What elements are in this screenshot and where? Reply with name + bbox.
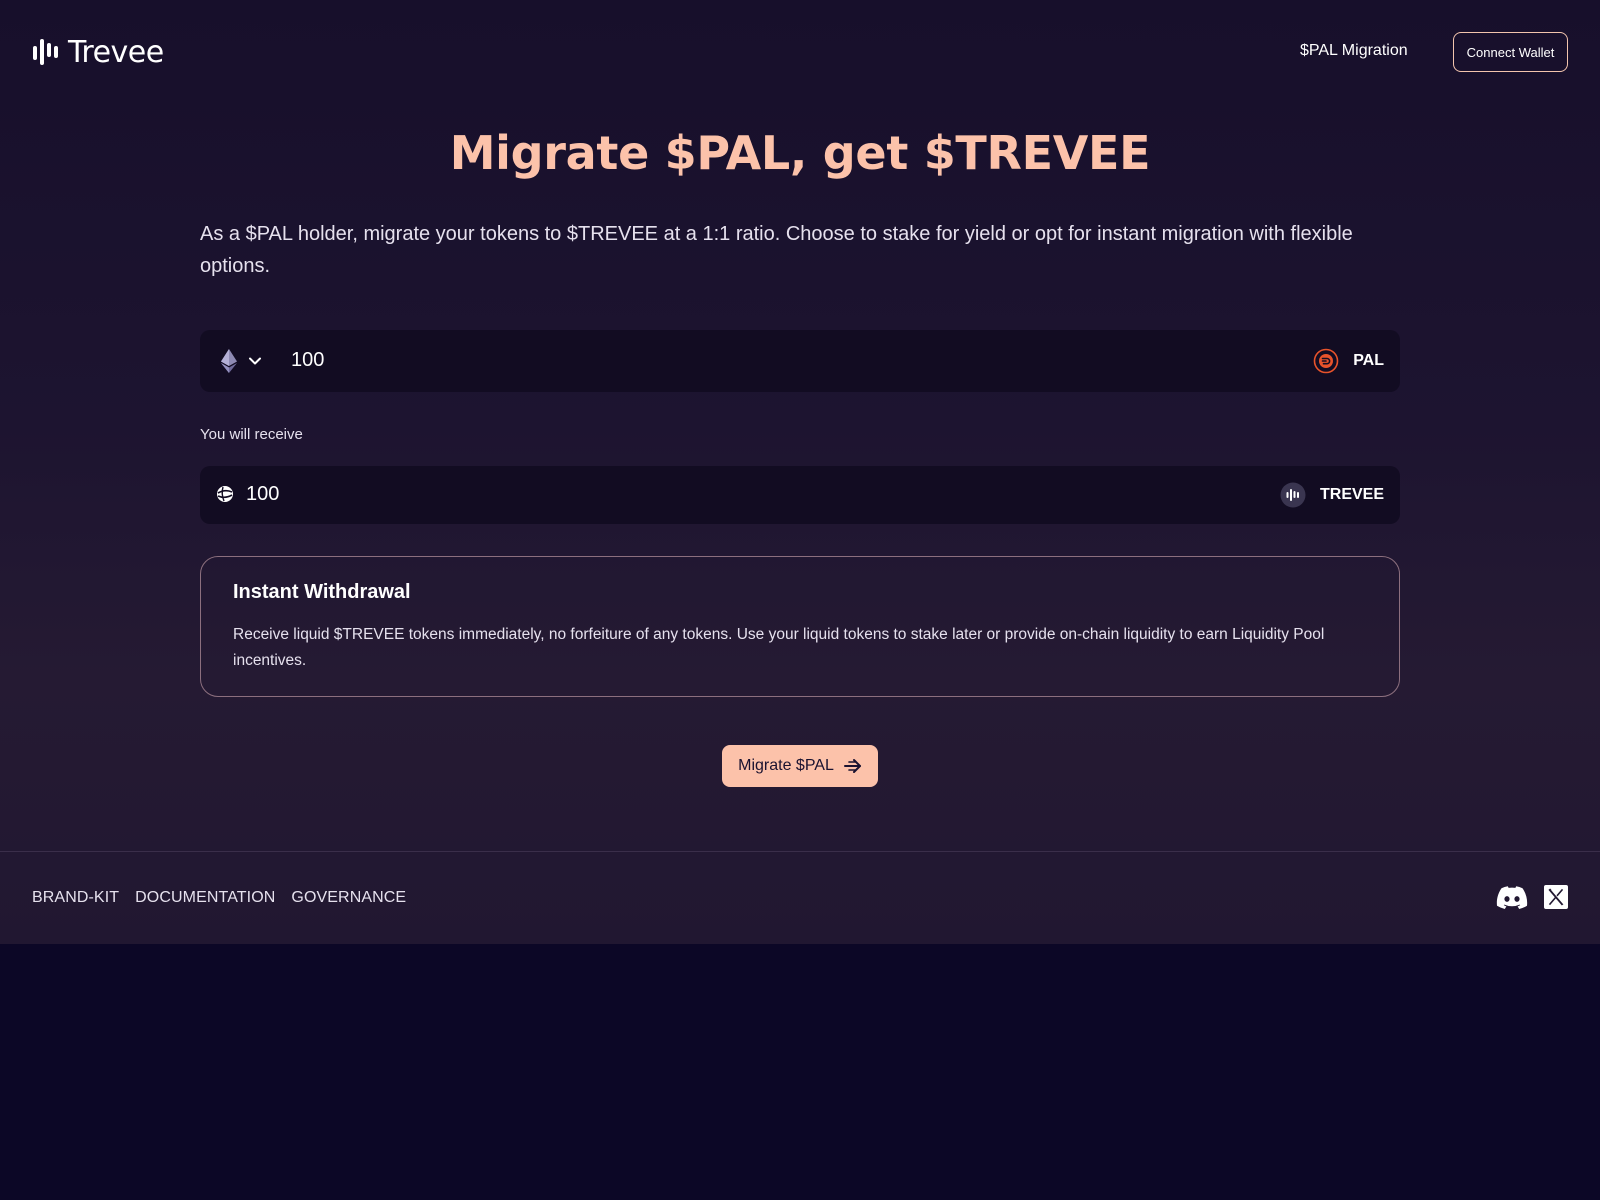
- receive-amount-value: 100: [246, 483, 280, 505]
- logo[interactable]: Trevee: [32, 34, 164, 70]
- trevee-logo-icon: [33, 39, 58, 65]
- arrow-right-icon: [843, 759, 861, 773]
- from-amount-field: 100 PAL: [200, 330, 1400, 392]
- footer-link-documentation[interactable]: DOCUMENTATION: [135, 889, 275, 907]
- receive-amount-field: 100 TREVEE: [200, 466, 1400, 524]
- footer-links: BRAND-KIT DOCUMENTATION GOVERNANCE: [32, 889, 406, 907]
- instant-withdrawal-option[interactable]: Instant Withdrawal Receive liquid $TREVE…: [200, 556, 1400, 697]
- app-container: Trevee $PAL Migration Connect Wallet Mig…: [0, 0, 1600, 944]
- footer: BRAND-KIT DOCUMENTATION GOVERNANCE: [0, 851, 1600, 944]
- from-token-symbol: PAL: [1353, 352, 1384, 369]
- receive-token: TREVEE: [1280, 482, 1384, 508]
- option-description: Receive liquid $TREVEE tokens immediatel…: [233, 626, 1325, 669]
- migrate-button[interactable]: Migrate $PAL: [722, 745, 878, 787]
- x-icon[interactable]: [1544, 885, 1568, 914]
- migrate-button-label: Migrate $PAL: [738, 757, 834, 774]
- ethereum-icon: [221, 349, 237, 373]
- header: Trevee $PAL Migration Connect Wallet: [0, 0, 1600, 104]
- pal-token-icon: [1313, 348, 1339, 374]
- logo-text: Trevee: [68, 34, 164, 70]
- chevron-down-icon: [249, 357, 261, 365]
- discord-icon[interactable]: [1496, 885, 1528, 914]
- option-title: Instant Withdrawal: [233, 581, 411, 603]
- nav-pal-migration[interactable]: $PAL Migration: [1300, 42, 1408, 60]
- from-amount-input[interactable]: 100: [291, 349, 324, 372]
- connect-wallet-button[interactable]: Connect Wallet: [1453, 32, 1568, 72]
- from-token: PAL: [1313, 348, 1384, 374]
- receive-token-symbol: TREVEE: [1319, 486, 1384, 503]
- page-subtitle: As a $PAL holder, migrate your tokens to…: [200, 223, 1353, 277]
- chain-selector[interactable]: [220, 346, 262, 376]
- trevee-token-icon: [1280, 482, 1306, 508]
- footer-link-governance[interactable]: GOVERNANCE: [291, 889, 406, 907]
- page-title: Migrate $PAL, get $TREVEE: [449, 126, 1151, 180]
- sonic-icon: [217, 486, 233, 502]
- footer-link-brand-kit[interactable]: BRAND-KIT: [32, 889, 119, 907]
- receive-label: You will receive: [200, 426, 303, 443]
